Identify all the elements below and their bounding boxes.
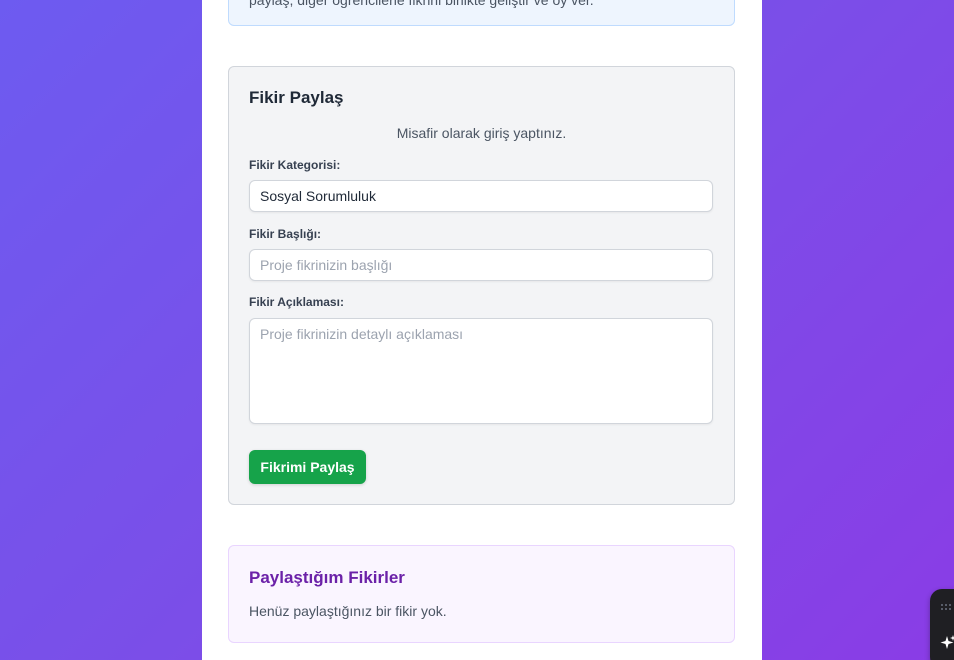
share-idea-card: Fikir Paylaş Misafir olarak giriş yaptın… — [228, 66, 735, 505]
info-box: paylaş, diğer öğrencilerle fikrini birli… — [228, 0, 735, 26]
floating-assistant-widget[interactable] — [930, 589, 954, 660]
idea-description-label: Fikir Açıklaması: — [249, 295, 344, 309]
share-idea-title: Fikir Paylaş — [249, 88, 344, 107]
grip-icon[interactable] — [940, 603, 954, 613]
share-idea-button[interactable]: Fikrimi Paylaş — [249, 450, 366, 484]
sparkle-icon[interactable] — [938, 633, 954, 653]
main-container: paylaş, diğer öğrencilerle fikrini birli… — [202, 0, 762, 660]
category-select[interactable]: Sosyal Sorumluluk — [249, 180, 713, 212]
login-status-text: Misafir olarak giriş yaptınız. — [396, 125, 567, 141]
my-ideas-title: Paylaştığım Fikirler — [249, 568, 405, 587]
category-label: Fikir Kategorisi: — [249, 158, 341, 172]
idea-description-textarea[interactable] — [249, 318, 713, 424]
my-ideas-empty-text: Henüz paylaştığınız bir fikir yok. — [249, 603, 447, 619]
my-ideas-card: Paylaştığım Fikirler Henüz paylaştığınız… — [228, 545, 735, 643]
idea-title-input[interactable] — [249, 249, 713, 281]
idea-title-label: Fikir Başlığı: — [249, 227, 322, 241]
info-box-text: paylaş, diğer öğrencilerle fikrini birli… — [249, 0, 594, 8]
